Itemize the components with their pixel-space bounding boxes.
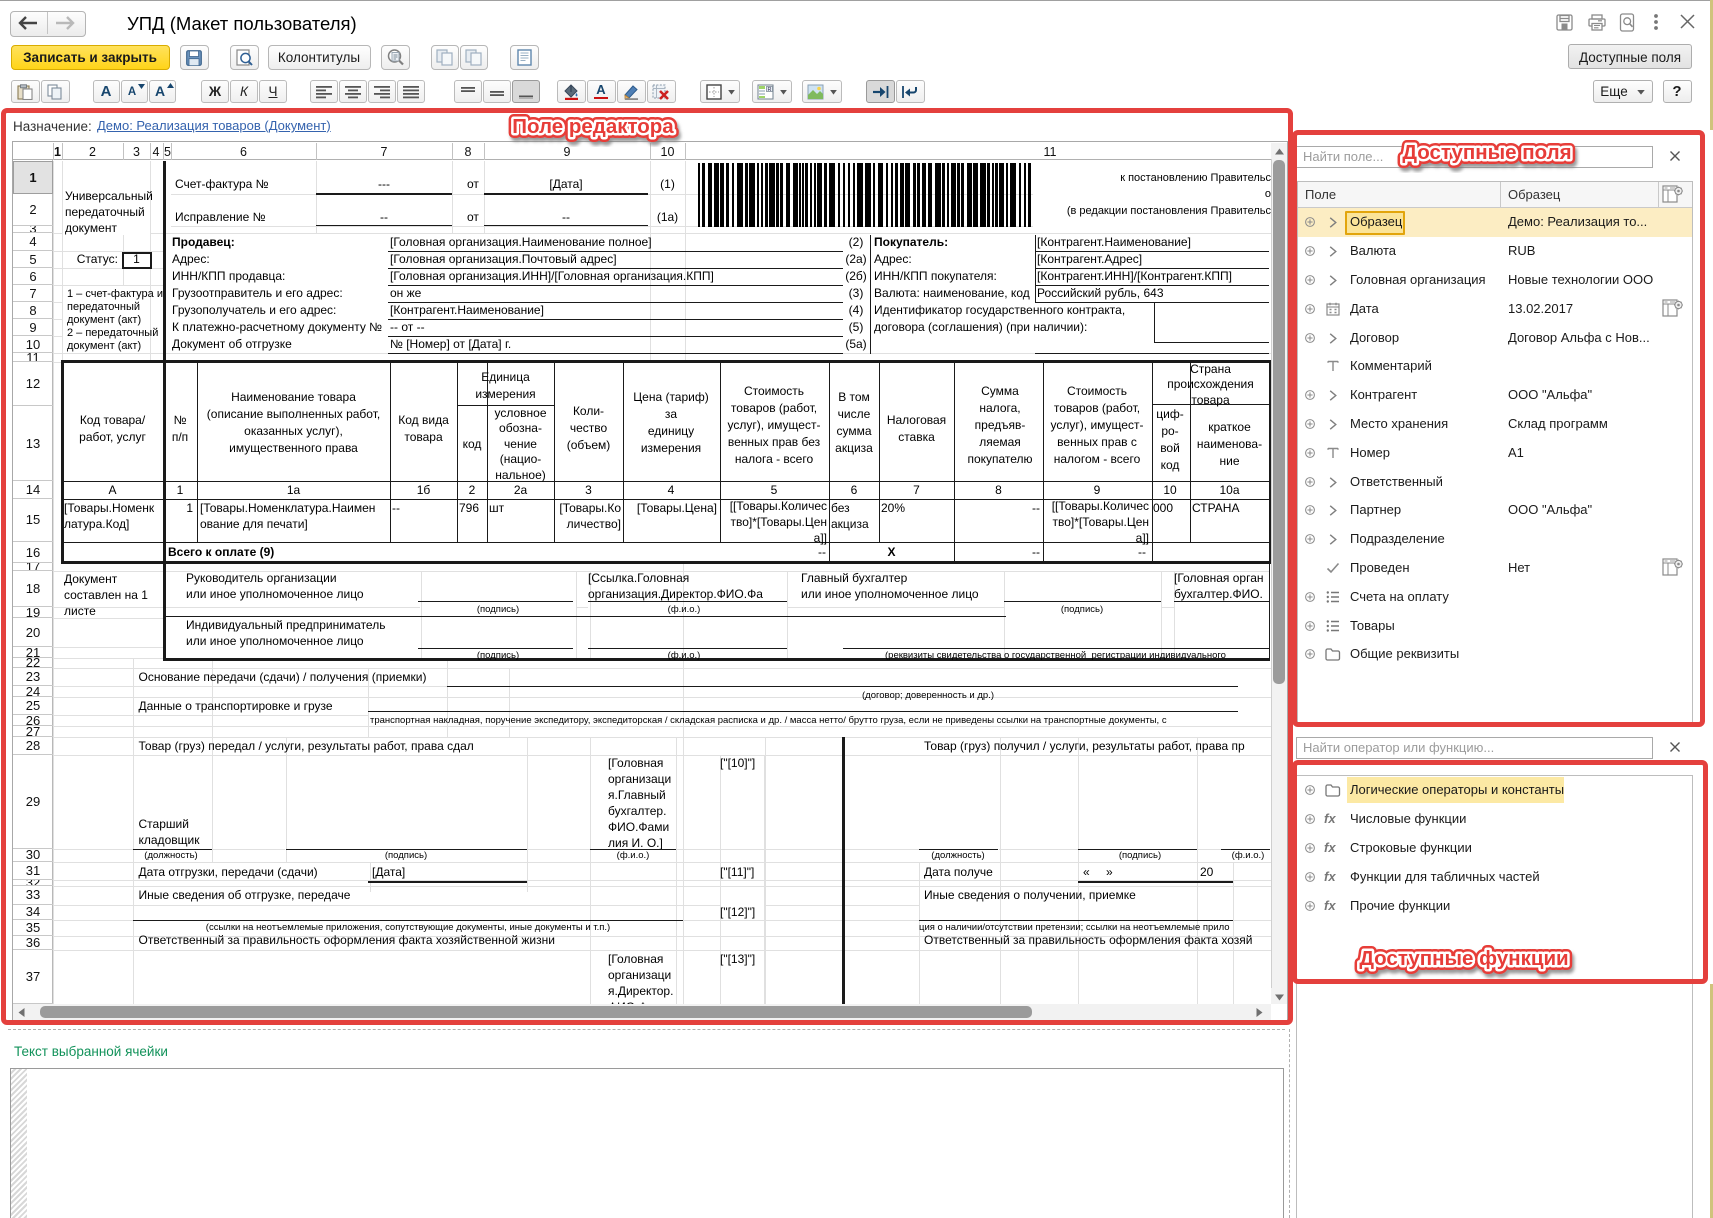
svg-text:Доступные функции: Доступные функции: [1359, 947, 1568, 970]
svg-text:Доступные поля: Доступные поля: [1402, 141, 1571, 164]
svg-text:Поле редактора: Поле редактора: [512, 115, 674, 138]
svg-text:R: R: [768, 87, 772, 93]
